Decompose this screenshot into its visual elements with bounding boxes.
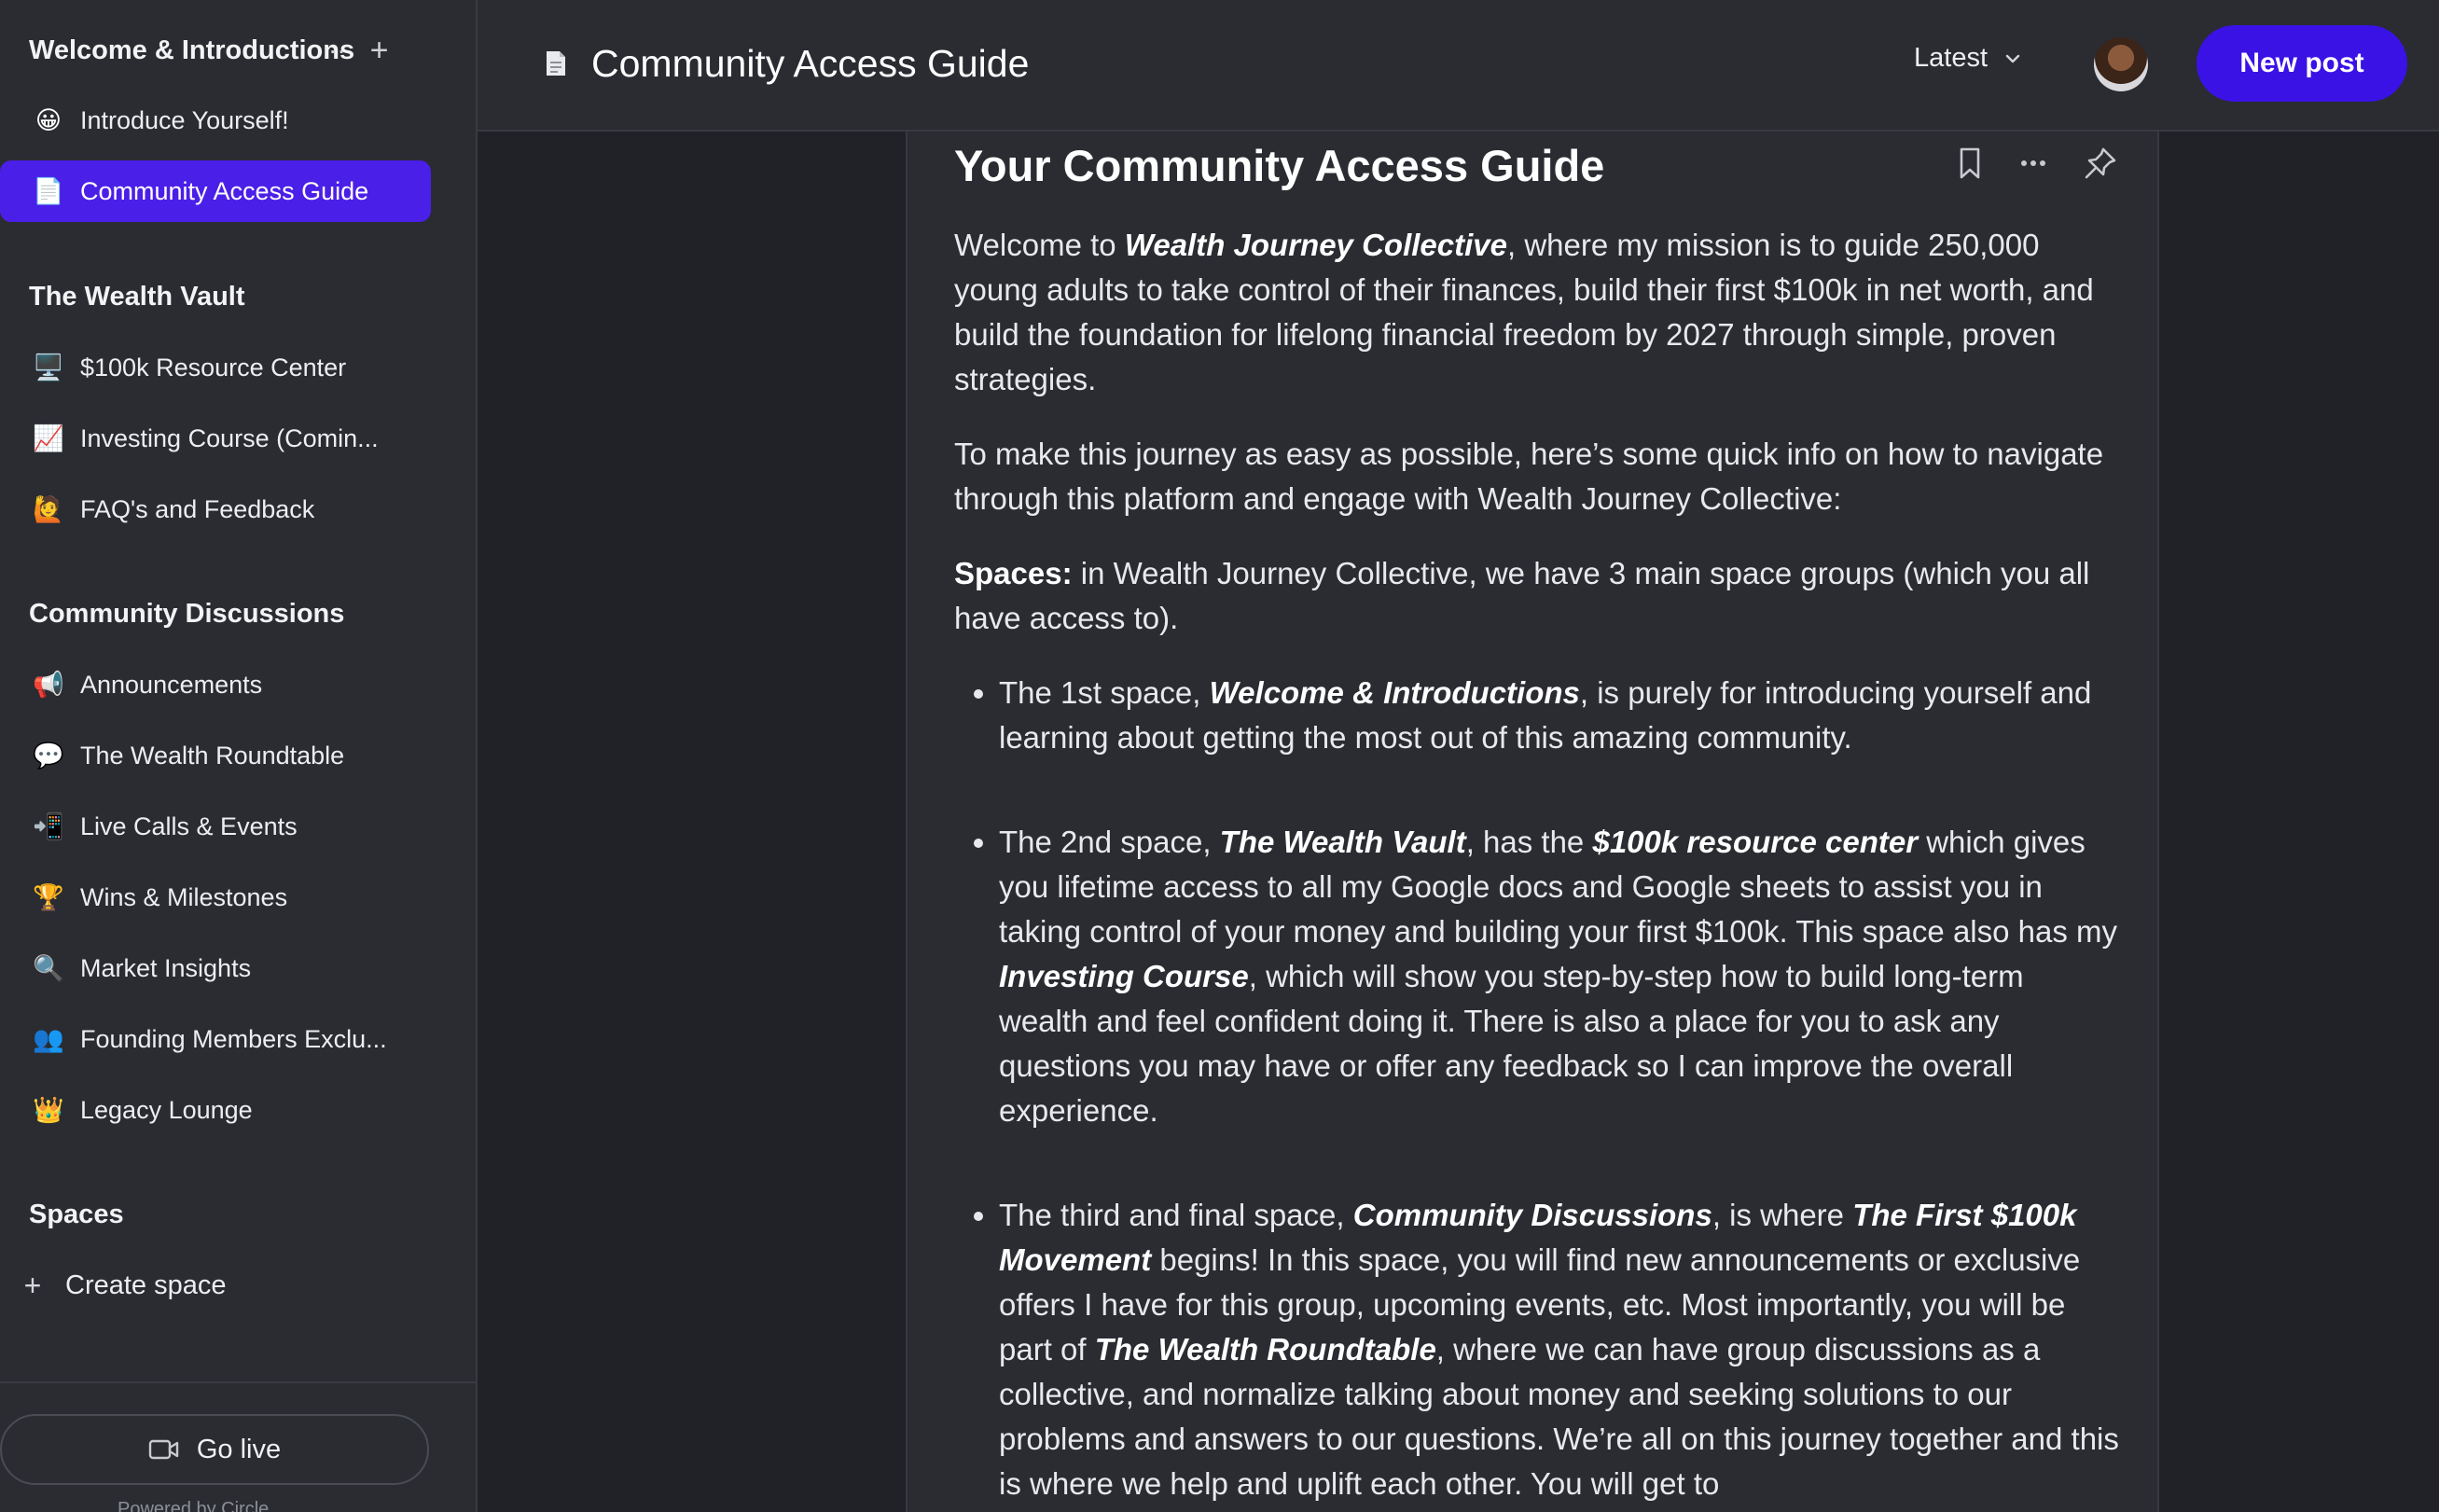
emphasis: $100k resource center [1592,825,1919,859]
group-header-community-discussions[interactable]: Community Discussions [29,597,344,631]
add-icon[interactable]: + [370,34,389,67]
go-live-label: Go live [196,1434,282,1464]
sidebar-item-market-insights[interactable]: 🔍 Market Insights [0,937,431,999]
space-name: Community Discussions [1352,1198,1712,1232]
sidebar-item-label: The Wealth Roundtable [80,742,345,770]
plus-icon: + [23,1268,42,1302]
bookmark-icon[interactable] [1957,146,1983,180]
community-name: Wealth Journey Collective [1124,228,1507,262]
space-name: Welcome & Introductions [1209,675,1580,710]
sidebar: Welcome & Introductions ·· + 😀 Introduce… [0,0,478,1512]
top-bar: Community Access Guide Latest New post [478,0,2439,132]
create-space-label: Create space [65,1269,227,1300]
post-title: Your Community Access Guide [954,141,1605,190]
desktop-computer-icon: 🖥️ [33,354,64,381]
sort-dropdown-label: Latest [1914,43,1988,73]
sidebar-item-label: Legacy Lounge [80,1096,253,1124]
sidebar-item-label: Wins & Milestones [80,883,288,911]
sidebar-item-investing-course[interactable]: 📈 Investing Course (Comin... [0,408,431,469]
pin-icon[interactable] [2084,146,2117,180]
powered-by-text[interactable]: Powered by Circle [118,1499,269,1512]
sidebar-item-label: Market Insights [80,954,252,982]
sidebar-item-label: $100k Resource Center [80,354,347,381]
megaphone-icon: 📢 [33,671,64,699]
text: Welcome to [954,228,1125,262]
create-space-button[interactable]: + Create space [19,1265,227,1306]
people-icon: 👥 [33,1025,64,1053]
group-header-welcome[interactable]: Welcome & Introductions [29,34,354,67]
post-actions [1957,146,2117,180]
sidebar-item-community-access-guide[interactable]: 📄 Community Access Guide [0,160,431,222]
text: The 2nd space, [999,825,1220,859]
text: in Wealth Journey Collective, we have 3 … [954,556,2090,635]
mobile-phone-icon: 📲 [33,812,64,840]
avatar[interactable] [2094,37,2148,91]
chart-increasing-icon: 📈 [33,424,64,452]
text: , has the [1465,825,1593,859]
text: The third and final space, [999,1198,1353,1232]
sidebar-item-live-calls-events[interactable]: 📲 Live Calls & Events [0,796,431,857]
spaces-paragraph: Spaces: in Wealth Journey Collective, we… [954,551,2120,641]
trophy-icon: 🏆 [33,883,64,911]
sidebar-item-label: Founding Members Exclu... [80,1025,387,1053]
page-heading: Community Access Guide [545,37,1029,90]
emphasis: Investing Course [999,959,1249,993]
sidebar-item-wealth-roundtable[interactable]: 💬 The Wealth Roundtable [0,725,431,786]
text: , is where [1711,1198,1853,1232]
sidebar-item-label: Introduce Yourself! [80,106,289,134]
sidebar-item-label: Announcements [80,671,263,699]
group-header-spaces[interactable]: Spaces [29,1198,124,1231]
sidebar-item-label: FAQ's and Feedback [80,495,315,523]
intro-paragraph: Welcome to Wealth Journey Collective, wh… [954,223,2120,402]
page-title: Community Access Guide [591,42,1030,85]
post-card: Your Community Access Guide Welcome to W… [906,132,2159,1512]
more-options-icon[interactable]: ·· [328,34,346,67]
list-item: The 2nd space, The Wealth Vault, has the… [999,820,2120,1133]
new-post-button[interactable]: New post [2196,25,2407,102]
speech-bubble-icon: 💬 [33,742,64,770]
sidebar-footer: Go live Powered by Circle [0,1381,476,1512]
sidebar-item-label: Investing Course (Comin... [80,424,379,452]
grinning-face-icon: 😀 [35,106,62,134]
navigation-paragraph: To make this journey as easy as possible… [954,437,2104,516]
group-actions: ·· + [328,34,389,67]
sort-dropdown[interactable]: Latest [1914,43,2021,74]
crown-icon: 👑 [33,1096,64,1124]
sidebar-item-label: Community Access Guide [80,177,369,205]
sidebar-item-wins-milestones[interactable]: 🏆 Wins & Milestones [0,867,431,928]
spaces-list: The 1st space, Welcome & Introductions , … [954,671,2120,1506]
more-options-icon[interactable] [2020,159,2046,168]
sidebar-item-label: Live Calls & Events [80,812,298,840]
go-live-button[interactable]: Go live [0,1414,429,1485]
chevron-down-icon [2005,54,2020,62]
raising-hand-icon: 🙋 [33,495,64,523]
page-icon: 📄 [33,177,64,205]
list-item: The third and final space, Community Dis… [999,1193,2120,1506]
space-name: The Wealth Vault [1219,825,1466,859]
group-header-wealth-vault[interactable]: The Wealth Vault [29,280,245,313]
emphasis: The Wealth Roundtable [1094,1332,1436,1366]
sidebar-item-announcements[interactable]: 📢 Announcements [0,654,431,715]
sidebar-item-legacy-lounge[interactable]: 👑 Legacy Lounge [0,1079,431,1141]
video-camera-icon [148,1439,179,1460]
list-item: The 1st space, Welcome & Introductions, … [999,671,2120,760]
spaces-label: Spaces: [954,556,1073,590]
sidebar-item-faq-feedback[interactable]: 🙋 FAQ's and Feedback [0,479,431,540]
sidebar-item-resource-center[interactable]: 🖥️ $100k Resource Center [0,337,431,398]
page-icon [547,51,565,76]
sidebar-item-founding-members[interactable]: 👥 Founding Members Exclu... [0,1008,431,1070]
post-body: Welcome to Wealth Journey Collective, wh… [954,223,2120,1512]
magnifying-glass-icon: 🔍 [33,954,64,982]
text: The 1st space, [999,675,1210,710]
sidebar-item-introduce-yourself[interactable]: 😀 Introduce Yourself! [0,90,431,151]
